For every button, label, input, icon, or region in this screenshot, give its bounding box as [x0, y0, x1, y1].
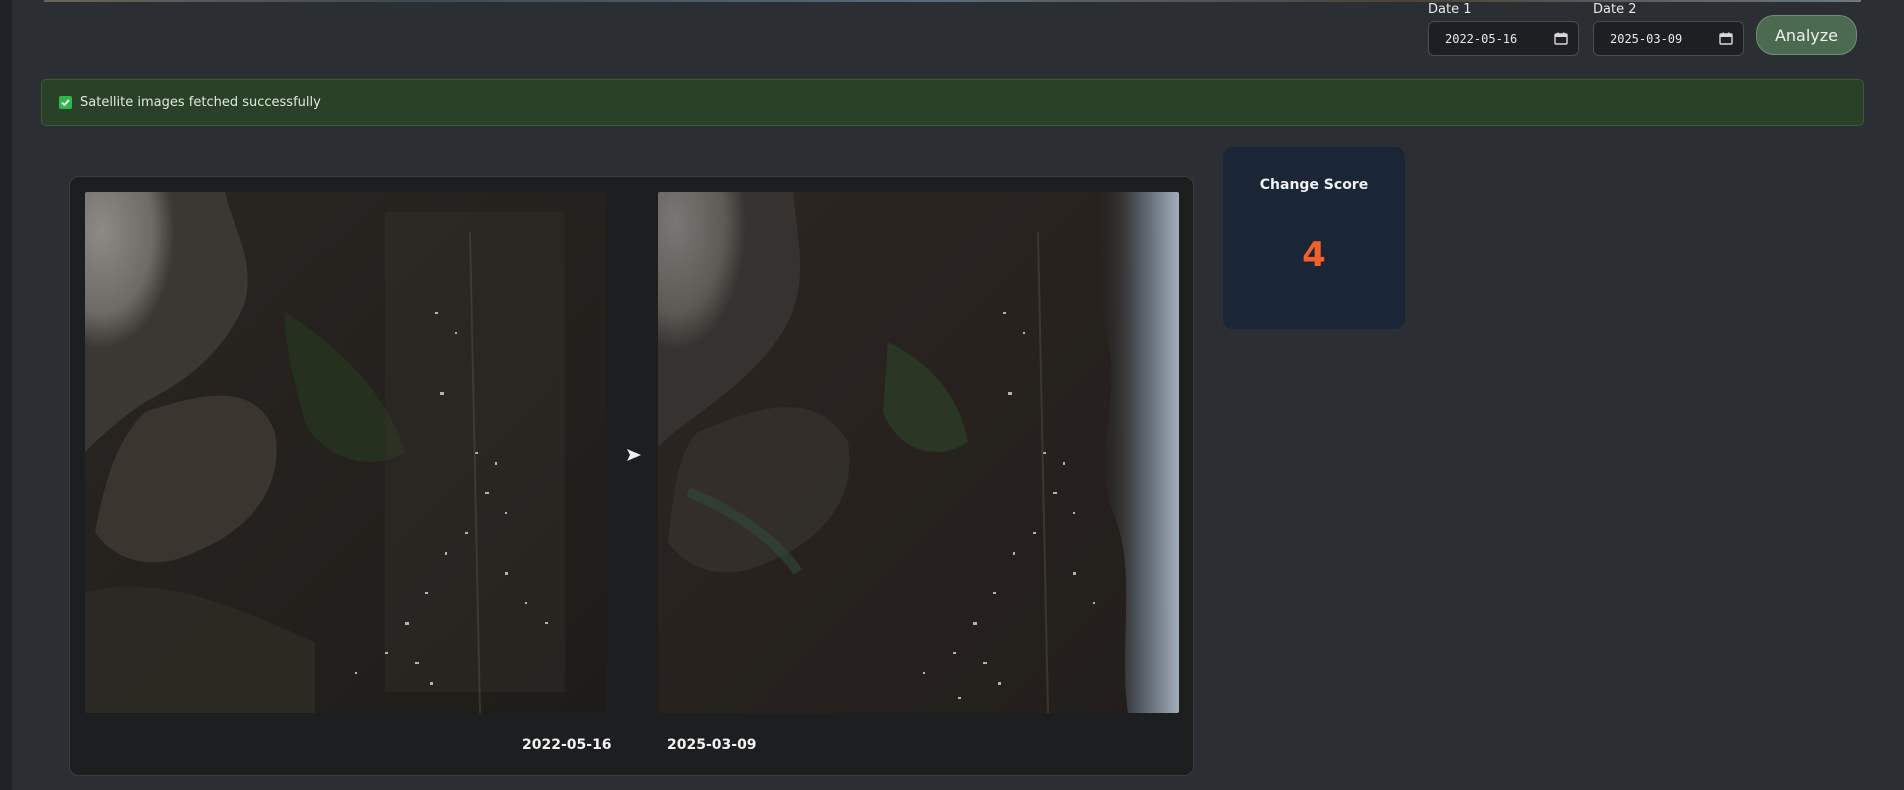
change-score-title: Change Score: [1259, 177, 1369, 193]
analyze-button[interactable]: Analyze: [1756, 15, 1857, 55]
after-date-caption: 2025-03-09: [667, 737, 757, 753]
map-strip: [44, 0, 1861, 2]
date2-group: Date 2 2025-03-09: [1593, 2, 1744, 56]
date1-input[interactable]: 2022-05-16: [1428, 21, 1579, 56]
left-gutter: [0, 0, 12, 790]
date2-label: Date 2: [1593, 2, 1637, 17]
date1-group: Date 1 2022-05-16: [1428, 2, 1579, 56]
satellite-image-after: [658, 192, 1179, 713]
date1-value: 2022-05-16: [1445, 31, 1518, 46]
success-alert: Satellite images fetched successfully: [41, 79, 1864, 126]
check-icon: [59, 96, 72, 109]
image-comparison-panel: 2022-05-16 2025-03-09: [69, 176, 1194, 776]
date2-input[interactable]: 2025-03-09: [1593, 21, 1744, 56]
change-score-value: 4: [1302, 235, 1326, 275]
change-score-card: Change Score 4: [1223, 147, 1405, 329]
satellite-image-before: [85, 192, 606, 713]
date1-label: Date 1: [1428, 2, 1472, 17]
calendar-icon[interactable]: [1554, 32, 1568, 45]
alert-message: Satellite images fetched successfully: [80, 95, 321, 110]
before-date-caption: 2022-05-16: [522, 737, 612, 753]
calendar-icon[interactable]: [1719, 32, 1733, 45]
arrow-right-icon: [627, 449, 641, 461]
date2-value: 2025-03-09: [1610, 31, 1683, 46]
app-page: Date 1 2022-05-16 Date 2 2025-03-09 Anal…: [0, 0, 1904, 790]
